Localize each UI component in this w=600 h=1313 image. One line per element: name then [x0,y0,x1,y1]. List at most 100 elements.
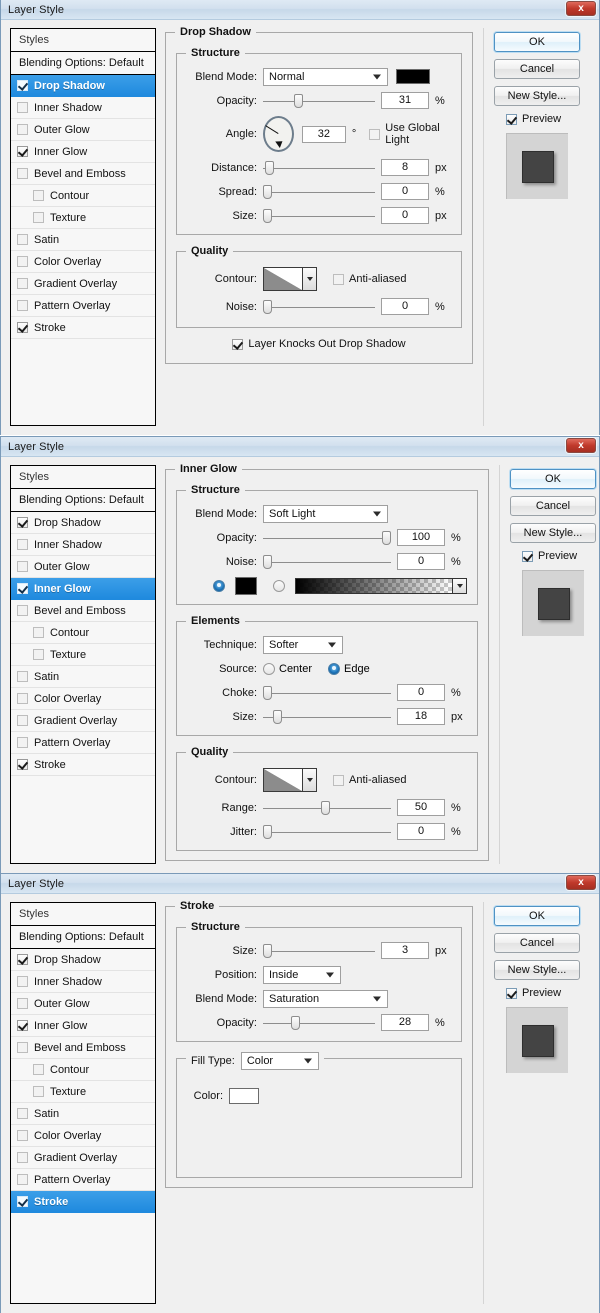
contour-preview[interactable] [263,768,303,792]
style-item-color-overlay[interactable]: Color Overlay [11,251,155,273]
checkbox-box[interactable] [17,234,28,245]
slider-thumb[interactable] [294,94,303,108]
cancel-button[interactable]: Cancel [510,496,596,516]
close-icon[interactable]: x [566,1,596,16]
close-icon[interactable]: x [566,438,596,453]
distance-slider[interactable] [263,159,375,177]
close-icon[interactable]: x [566,875,596,890]
titlebar[interactable]: Layer Style x [1,0,599,20]
opacity-input[interactable]: 100 [397,529,445,546]
blending-options-item[interactable]: Blending Options: Default [11,489,155,512]
source-edge-radio[interactable] [328,663,340,675]
style-item-bevel-and-emboss[interactable]: Bevel and Emboss [11,1037,155,1059]
checkbox-box[interactable] [17,322,28,333]
opacity-slider[interactable] [263,529,391,547]
checkbox-box[interactable] [33,190,44,201]
blend-mode-select[interactable]: Normal [263,68,388,86]
stroke-color-swatch[interactable] [229,1088,259,1104]
style-item-color-overlay[interactable]: Color Overlay [11,1125,155,1147]
style-item-outer-glow[interactable]: Outer Glow [11,556,155,578]
style-item-drop-shadow[interactable]: Drop Shadow [11,949,155,971]
style-item-stroke[interactable]: Stroke [11,1191,155,1213]
checkbox-box[interactable] [17,102,28,113]
glow-color-swatch[interactable] [235,577,257,595]
style-item-inner-glow[interactable]: Inner Glow [11,141,155,163]
style-item-pattern-overlay[interactable]: Pattern Overlay [11,1169,155,1191]
glow-color-radio[interactable] [213,580,225,592]
titlebar[interactable]: Layer Style x [1,437,599,457]
style-item-bevel-and-emboss[interactable]: Bevel and Emboss [11,163,155,185]
checkbox-box[interactable] [33,1064,44,1075]
style-item-inner-shadow[interactable]: Inner Shadow [11,971,155,993]
opacity-input[interactable]: 31 [381,92,429,109]
position-select[interactable]: Inside [263,966,341,984]
checkbox-box[interactable] [33,649,44,660]
checkbox-box[interactable] [17,517,28,528]
checkbox-box[interactable] [33,1086,44,1097]
style-item-drop-shadow[interactable]: Drop Shadow [11,75,155,97]
checkbox-box[interactable] [33,627,44,638]
checkbox-box[interactable] [17,256,28,267]
ok-button[interactable]: OK [510,469,596,489]
style-item-gradient-overlay[interactable]: Gradient Overlay [11,710,155,732]
noise-input[interactable]: 0 [397,553,445,570]
range-slider[interactable] [263,799,391,817]
angle-dial[interactable] [263,116,294,152]
noise-slider[interactable] [263,553,391,571]
anti-aliased-checkbox[interactable]: Anti-aliased [333,774,406,786]
checkbox-box[interactable] [17,1152,28,1163]
style-item-inner-shadow[interactable]: Inner Shadow [11,97,155,119]
preview-checkbox[interactable]: Preview [506,987,593,999]
spread-slider[interactable] [263,183,375,201]
checkbox-box[interactable] [17,759,28,770]
cancel-button[interactable]: Cancel [494,59,580,79]
slider-thumb[interactable] [382,531,391,545]
ok-button[interactable]: OK [494,32,580,52]
anti-aliased-checkbox[interactable]: Anti-aliased [333,273,406,285]
jitter-slider[interactable] [263,823,391,841]
slider-thumb[interactable] [321,801,330,815]
opacity-input[interactable]: 28 [381,1014,429,1031]
checkbox-box[interactable] [17,583,28,594]
cancel-button[interactable]: Cancel [494,933,580,953]
new-style-button[interactable]: New Style... [494,86,580,106]
range-input[interactable]: 50 [397,799,445,816]
style-item-inner-shadow[interactable]: Inner Shadow [11,534,155,556]
glow-gradient-radio[interactable] [273,580,285,592]
style-item-contour[interactable]: Contour [11,185,155,207]
glow-gradient-dropdown[interactable] [453,578,467,594]
style-item-satin[interactable]: Satin [11,1103,155,1125]
size-input[interactable]: 18 [397,708,445,725]
preview-checkbox[interactable]: Preview [506,113,593,125]
noise-slider[interactable] [263,298,375,316]
checkbox-box[interactable] [17,124,28,135]
checkbox-box[interactable] [17,954,28,965]
preview-checkbox[interactable]: Preview [522,550,600,562]
technique-select[interactable]: Softer [263,636,343,654]
checkbox-box[interactable] [17,278,28,289]
checkbox-box[interactable] [17,561,28,572]
slider-thumb[interactable] [263,209,272,223]
style-item-satin[interactable]: Satin [11,229,155,251]
slider-thumb[interactable] [263,300,272,314]
contour-preview[interactable] [263,267,303,291]
contour-dropdown[interactable] [303,267,317,291]
slider-thumb[interactable] [273,710,282,724]
checkbox-box[interactable] [17,1174,28,1185]
contour-dropdown[interactable] [303,768,317,792]
titlebar[interactable]: Layer Style x [1,874,599,894]
style-item-gradient-overlay[interactable]: Gradient Overlay [11,1147,155,1169]
blend-mode-select[interactable]: Soft Light [263,505,388,523]
checkbox-box[interactable] [17,998,28,1009]
jitter-input[interactable]: 0 [397,823,445,840]
angle-input[interactable]: 32 [302,126,346,143]
style-item-outer-glow[interactable]: Outer Glow [11,119,155,141]
style-item-color-overlay[interactable]: Color Overlay [11,688,155,710]
checkbox-box[interactable] [17,671,28,682]
checkbox-box[interactable] [17,1130,28,1141]
style-item-texture[interactable]: Texture [11,1081,155,1103]
checkbox-box[interactable] [17,715,28,726]
opacity-slider[interactable] [263,92,375,110]
glow-gradient-preview[interactable] [295,578,453,594]
checkbox-box[interactable] [17,539,28,550]
